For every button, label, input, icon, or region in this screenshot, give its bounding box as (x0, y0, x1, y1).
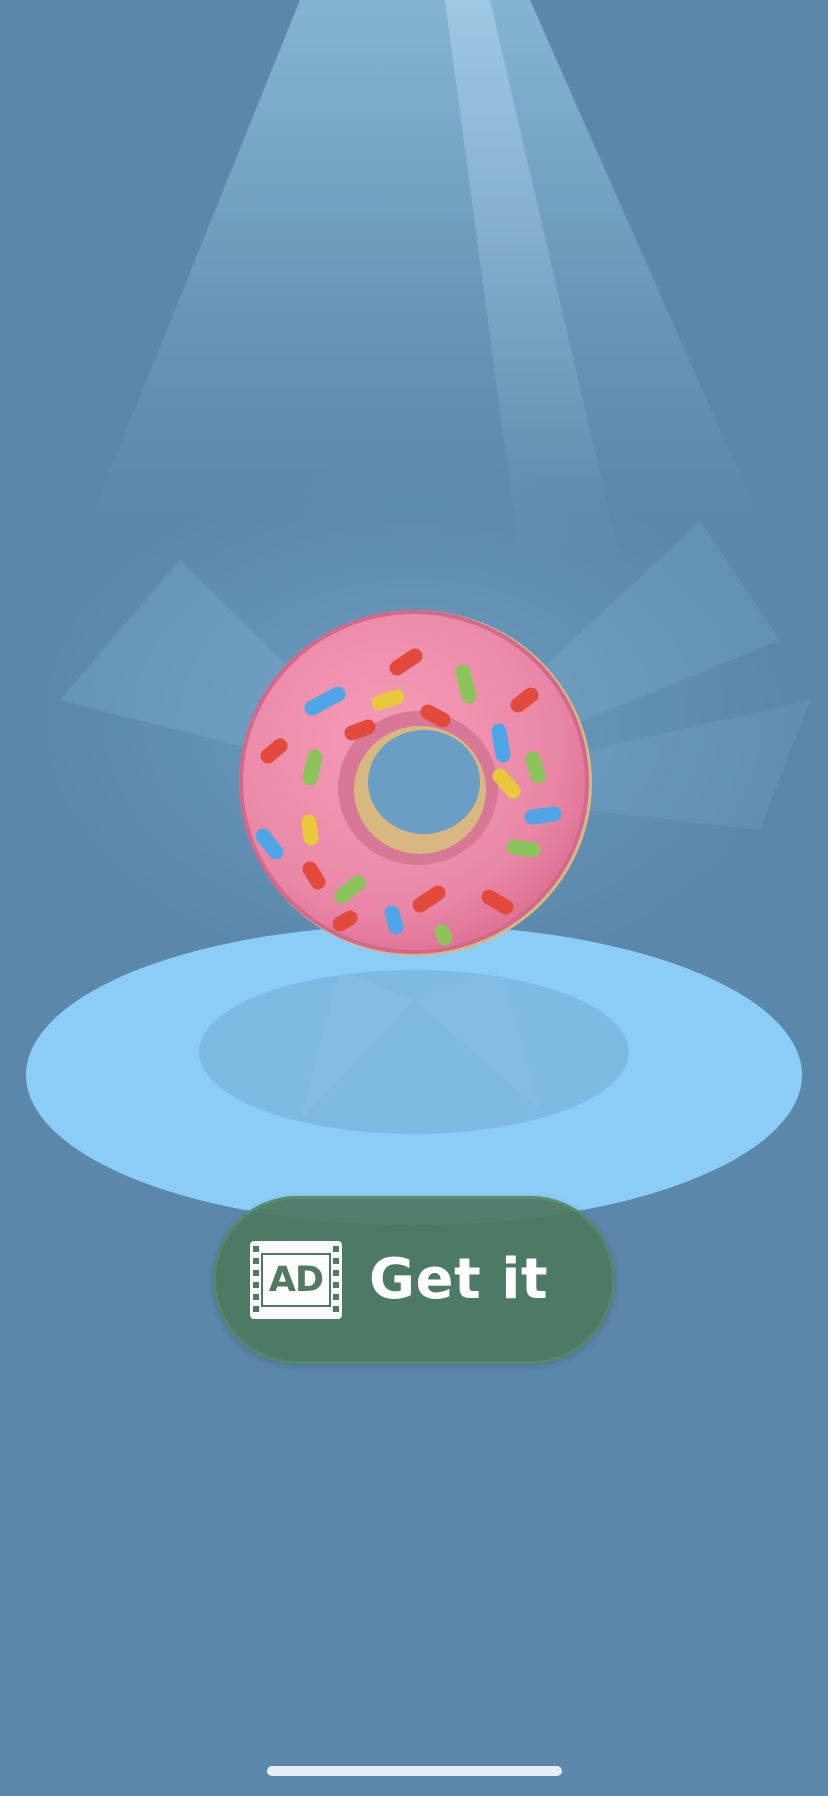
showcase-stage (26, 0, 810, 1225)
game-scene: AD Get it (0, 0, 828, 1792)
get-it-button[interactable]: AD Get it (213, 1196, 615, 1364)
home-indicator[interactable] (267, 1766, 562, 1776)
pedestal (26, 925, 802, 1225)
ad-badge-text: AD (268, 1260, 324, 1300)
get-it-label: Get it (369, 1247, 549, 1312)
donut-icon (239, 610, 592, 956)
ad-video-icon: AD (250, 1241, 342, 1319)
